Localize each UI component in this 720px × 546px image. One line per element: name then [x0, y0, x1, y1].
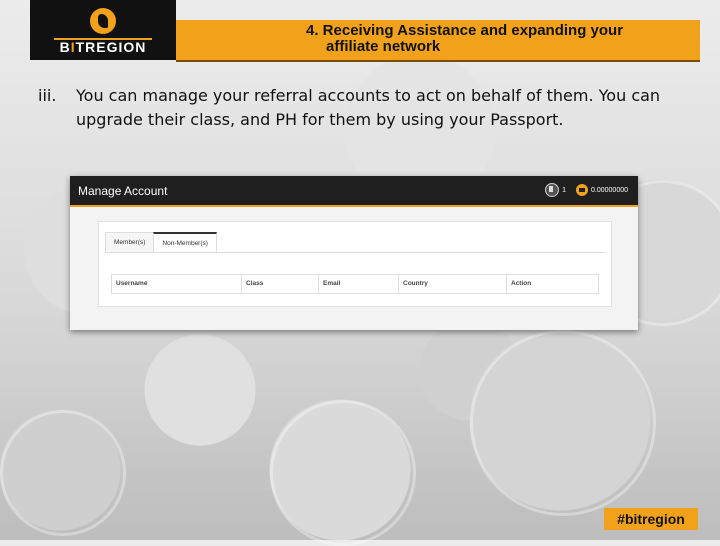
column-header-class[interactable]: Class — [242, 275, 319, 293]
wallet-stat[interactable]: 0.00000000 — [576, 184, 628, 196]
column-header-country[interactable]: Country — [399, 275, 507, 293]
background-coin — [0, 410, 126, 536]
manage-account-screenshot: Manage Account 1 0.00000000 Member(s) No… — [70, 176, 638, 330]
page-title: Manage Account — [78, 184, 168, 198]
background-coin — [470, 330, 656, 516]
slide-title: 4. Receiving Assistance and expanding yo… — [306, 23, 696, 55]
column-header-username[interactable]: Username — [112, 275, 242, 293]
passport-stat[interactable]: 1 — [545, 183, 566, 197]
screenshot-top-bar: Manage Account 1 0.00000000 — [70, 176, 638, 207]
passport-icon — [545, 183, 560, 197]
account-tabs: Member(s) Non-Member(s) — [105, 232, 217, 253]
tab-non-members[interactable]: Non-Member(s) — [153, 232, 217, 253]
bullet-number: iii. — [38, 86, 57, 105]
slide-title-line1: 4. Receiving Assistance and expanding yo… — [306, 22, 624, 39]
passport-count: 1 — [562, 186, 567, 194]
column-header-action[interactable]: Action — [507, 275, 598, 293]
accounts-panel: Member(s) Non-Member(s) Username Class E… — [98, 221, 612, 307]
accounts-table-header: Username Class Email Country Action — [111, 274, 599, 294]
logo-wordmark: BITREGION — [53, 37, 153, 55]
wallet-icon — [576, 184, 589, 196]
hashtag-badge: #bitregion — [604, 508, 698, 530]
wallet-balance: 0.00000000 — [591, 186, 628, 194]
bitregion-logo: BITREGION — [30, 0, 176, 60]
slide-title-line2: affiliate network — [326, 38, 441, 55]
logo-horse-icon — [90, 7, 116, 34]
column-header-email[interactable]: Email — [319, 275, 399, 293]
slide-title-bar: 4. Receiving Assistance and expanding yo… — [176, 20, 700, 62]
background-coin — [270, 400, 416, 546]
top-right-stats: 1 0.00000000 — [545, 183, 628, 197]
bullet-point: iii. You can manage your referral accoun… — [38, 84, 688, 132]
tab-divider — [105, 252, 605, 253]
tab-members[interactable]: Member(s) — [105, 232, 155, 253]
bullet-text: You can manage your referral accounts to… — [76, 86, 661, 129]
